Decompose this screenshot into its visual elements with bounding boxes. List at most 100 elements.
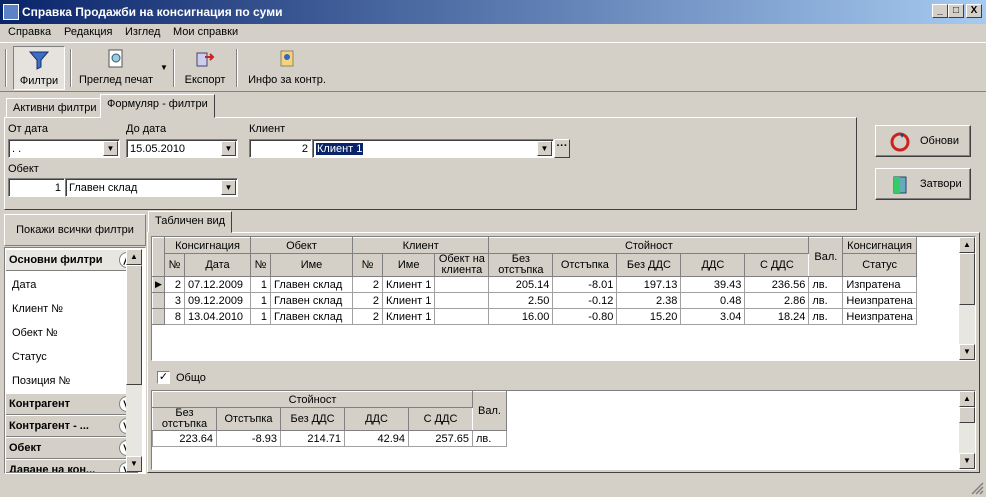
cell-status[interactable]: Неизпратена: [842, 292, 917, 309]
cell-vat[interactable]: 0.48: [680, 292, 746, 309]
cell-object-no[interactable]: 1: [250, 292, 271, 309]
table-row[interactable]: ▶ 2 07.12.2009 1 Главен склад 2 Клиент 1…: [152, 276, 917, 293]
cell-object-name[interactable]: Главен склад: [270, 292, 353, 309]
title-bar[interactable]: Справка Продажби на консигнация по суми …: [0, 0, 986, 24]
col-group-value[interactable]: Стойност: [488, 237, 810, 254]
menu-my-reports[interactable]: Мои справки: [173, 26, 238, 38]
col-group-client[interactable]: Клиент: [351, 237, 490, 254]
chevron-down-icon[interactable]: ▼: [103, 141, 118, 156]
cell-no[interactable]: 8: [164, 308, 185, 325]
cell-currency[interactable]: лв.: [808, 276, 844, 293]
totals-col-no-vat[interactable]: Без ДДС: [280, 407, 345, 431]
col-no-discount[interactable]: Без отстъпка: [488, 253, 554, 277]
scroll-thumb[interactable]: [959, 407, 975, 423]
totals-row[interactable]: 223.64 -8.93 214.71 42.94 257.65 лв.: [152, 430, 507, 447]
cell-no[interactable]: 2: [164, 276, 185, 293]
sidebar-item-client-no[interactable]: Клиент №: [12, 303, 63, 315]
sidebar-group-object[interactable]: Обект ⋁: [6, 437, 138, 459]
chevron-down-icon[interactable]: ▼: [537, 141, 552, 156]
col-no-vat[interactable]: Без ДДС: [616, 253, 682, 277]
print-preview-button[interactable]: Преглед печат: [76, 46, 156, 90]
totals-col-with-vat[interactable]: С ДДС: [408, 407, 473, 431]
cell-with-vat[interactable]: 236.56: [744, 276, 810, 293]
resize-grip-icon[interactable]: [970, 481, 984, 495]
cell-client-no[interactable]: 2: [352, 292, 383, 309]
app-icon[interactable]: [3, 4, 19, 20]
scroll-down-icon[interactable]: ▼: [959, 344, 975, 360]
sidebar-item-position-no[interactable]: Позиция №: [12, 375, 70, 387]
close-window-button[interactable]: X: [966, 4, 982, 18]
col-status[interactable]: Статус: [842, 253, 917, 277]
totals-group-value[interactable]: Стойност: [152, 391, 473, 408]
total-currency[interactable]: лв.: [472, 430, 507, 447]
cell-no-discount[interactable]: 2.50: [488, 292, 554, 309]
cell-no-vat[interactable]: 15.20: [616, 308, 682, 325]
total-checkbox[interactable]: ✓: [157, 371, 170, 384]
total-no-discount[interactable]: 223.64: [152, 430, 217, 447]
col-group-consignment[interactable]: Консигнация: [164, 237, 251, 254]
filters-button[interactable]: Филтри: [13, 46, 65, 90]
totals-col-currency[interactable]: Вал.: [472, 391, 507, 431]
totals-scrollbar[interactable]: ▲ ▼: [959, 391, 975, 469]
scroll-thumb[interactable]: [126, 265, 142, 385]
cell-status[interactable]: Изпратена: [842, 276, 917, 293]
sidebar-item-object-no[interactable]: Обект №: [12, 327, 58, 339]
col-vat[interactable]: ДДС: [680, 253, 746, 277]
scroll-up-icon[interactable]: ▲: [959, 391, 975, 407]
col-currency[interactable]: Вал.: [808, 237, 844, 277]
menu-view[interactable]: Изглед: [125, 26, 160, 38]
cell-discount[interactable]: -8.01: [552, 276, 618, 293]
menu-report[interactable]: Справка: [8, 26, 51, 38]
cell-date[interactable]: 13.04.2010: [184, 308, 251, 325]
sidebar-item-status[interactable]: Статус: [12, 351, 47, 363]
object-name-field[interactable]: Главен склад ▼: [65, 178, 238, 197]
total-vat[interactable]: 42.94: [344, 430, 409, 447]
menu-edit[interactable]: Редакция: [64, 26, 112, 38]
to-date-field[interactable]: 15.05.2010 ▼: [126, 139, 238, 158]
cell-client-name[interactable]: Клиент 1: [381, 292, 436, 309]
main-grid-scrollbar[interactable]: ▲ ▼: [959, 237, 975, 360]
total-no-vat[interactable]: 214.71: [280, 430, 345, 447]
cell-object-no[interactable]: 1: [250, 308, 271, 325]
col-group-object[interactable]: Обект: [250, 237, 353, 254]
from-date-field[interactable]: . . ▼: [8, 139, 120, 158]
cell-object-no[interactable]: 1: [250, 276, 271, 293]
client-number-field[interactable]: 2: [249, 139, 312, 158]
cell-no-vat[interactable]: 2.38: [616, 292, 682, 309]
col-discount[interactable]: Отстъпка: [552, 253, 618, 277]
tab-table-view[interactable]: Табличен вид: [148, 211, 233, 233]
cell-client-object[interactable]: [434, 292, 490, 309]
scroll-up-icon[interactable]: ▲: [959, 237, 975, 253]
cell-no[interactable]: 3: [164, 292, 185, 309]
table-row[interactable]: 3 09.12.2009 1 Главен склад 2 Клиент 1 2…: [152, 292, 917, 309]
cell-client-object[interactable]: [434, 276, 490, 293]
col-object-name[interactable]: Име: [270, 253, 353, 277]
cell-object-name[interactable]: Главен склад: [270, 308, 353, 325]
client-browse-button[interactable]: ···: [554, 139, 570, 158]
cell-with-vat[interactable]: 2.86: [744, 292, 810, 309]
col-no[interactable]: №: [164, 253, 185, 277]
cell-client-object[interactable]: [434, 308, 490, 325]
cell-vat[interactable]: 39.43: [680, 276, 746, 293]
cell-date[interactable]: 07.12.2009: [184, 276, 251, 293]
cell-currency[interactable]: лв.: [808, 308, 844, 325]
cell-with-vat[interactable]: 18.24: [744, 308, 810, 325]
cell-client-name[interactable]: Клиент 1: [381, 276, 436, 293]
total-discount[interactable]: -8.93: [216, 430, 281, 447]
col-client-no[interactable]: №: [352, 253, 383, 277]
cell-client-no[interactable]: 2: [352, 308, 383, 325]
cell-discount[interactable]: -0.80: [552, 308, 618, 325]
scroll-down-icon[interactable]: ▼: [959, 453, 975, 469]
maximize-button[interactable]: □: [948, 4, 964, 18]
tab-form-filters[interactable]: Формуляр - филтри: [100, 94, 215, 118]
col-date[interactable]: Дата: [184, 253, 251, 277]
export-button[interactable]: Експорт: [180, 46, 230, 90]
table-row[interactable]: 8 13.04.2010 1 Главен склад 2 Клиент 1 1…: [152, 308, 917, 325]
cell-discount[interactable]: -0.12: [552, 292, 618, 309]
object-number-field[interactable]: 1: [8, 178, 65, 197]
chevron-down-icon[interactable]: ▼: [221, 141, 236, 156]
print-preview-dropdown-icon[interactable]: ▼: [160, 63, 168, 72]
sidebar-group-counterparty[interactable]: Контрагент ⋁: [6, 393, 138, 415]
scroll-up-icon[interactable]: ▲: [126, 249, 142, 265]
col-object-no[interactable]: №: [250, 253, 271, 277]
